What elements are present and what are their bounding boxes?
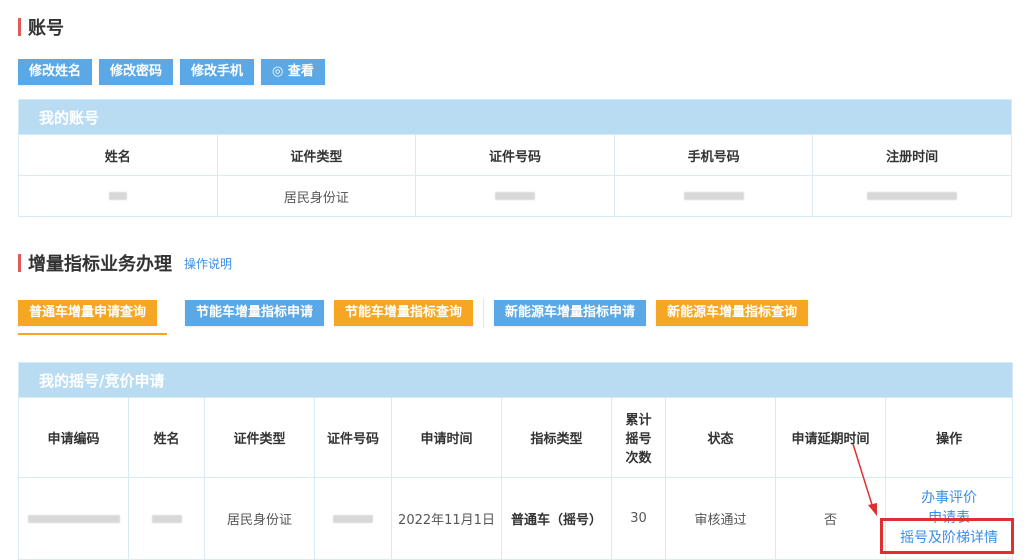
redacted-value (151, 514, 182, 523)
cell-name (128, 477, 205, 560)
active-tab-underline (18, 333, 167, 335)
cell-id-number (415, 175, 615, 217)
cell-apply-time: 2022年11月1日 (391, 477, 502, 560)
new-energy-query-button[interactable]: 新能源车增量指标查询 (656, 300, 809, 326)
col-status: 状态 (665, 397, 776, 478)
application-table: 我的摇号/竞价申请 申请编码 姓名 证件类型 证件号码 申请时间 指标类型 累计… (17, 362, 1014, 560)
regular-car-query-button[interactable]: 普通车增量申请查询 (18, 300, 158, 326)
col-actions: 操作 (884, 397, 1014, 478)
account-button-row: 修改姓名 修改密码 修改手机 ◎ 查看 (18, 59, 332, 85)
edit-name-button[interactable]: 修改姓名 (18, 59, 93, 85)
help-link[interactable]: 操作说明 (184, 255, 232, 272)
edit-phone-button[interactable]: 修改手机 (180, 59, 255, 85)
account-table: 我的账号 姓名 证件类型 证件号码 手机号码 注册时间 居民身份证 (18, 99, 1012, 217)
cell-id-type: 居民身份证 (216, 175, 417, 217)
cell-name (18, 175, 218, 217)
account-table-caption: 我的账号 (18, 99, 1012, 135)
cell-id-type: 居民身份证 (204, 477, 315, 560)
new-energy-group: 新能源车增量指标申请 新能源车增量指标查询 (494, 300, 818, 326)
table-row: 居民身份证 2022年11月1日 普通车（摇号） 30 审核通过 否 办事评价 … (18, 477, 1014, 560)
col-reg-time: 注册时间 (812, 134, 1012, 176)
highlight-box (880, 518, 1014, 554)
business-section-title: 增量指标业务办理 操作说明 (18, 250, 232, 276)
view-button[interactable]: ◎ 查看 (261, 59, 325, 85)
title-bar-accent (18, 254, 21, 272)
redacted-value (494, 192, 535, 200)
col-id-number: 证件号码 (314, 397, 392, 478)
table-row: 居民身份证 (18, 175, 1012, 217)
col-index-type: 指标类型 (501, 397, 612, 478)
account-section-title: 账号 (18, 14, 64, 40)
energy-saving-apply-button[interactable]: 节能车增量指标申请 (185, 300, 325, 326)
edit-password-button[interactable]: 修改密码 (99, 59, 174, 85)
col-phone: 手机号码 (613, 134, 814, 176)
cell-apply-code (18, 477, 129, 560)
cell-id-number (314, 477, 392, 560)
redacted-value (683, 192, 744, 200)
new-energy-apply-button[interactable]: 新能源车增量指标申请 (494, 300, 647, 326)
col-apply-time: 申请时间 (391, 397, 502, 478)
redacted-value (867, 192, 958, 200)
col-apply-code: 申请编码 (18, 397, 129, 478)
service-evaluation-link[interactable]: 办事评价 (887, 488, 1011, 508)
eye-icon: ◎ (272, 64, 284, 79)
business-title: 增量指标业务办理 (28, 254, 172, 275)
account-title: 账号 (28, 18, 64, 39)
col-name: 姓名 (128, 397, 205, 478)
title-bar-accent (18, 18, 21, 36)
col-id-type: 证件类型 (204, 397, 315, 478)
cell-index-type: 普通车（摇号） (501, 477, 612, 560)
redacted-value (27, 514, 120, 523)
account-table-header-row: 姓名 证件类型 证件号码 手机号码 注册时间 (18, 134, 1012, 176)
redacted-value (108, 192, 127, 200)
energy-saving-query-button[interactable]: 节能车增量指标查询 (334, 300, 474, 326)
col-name: 姓名 (18, 134, 218, 176)
cell-reg-time (812, 175, 1012, 217)
cell-phone (613, 175, 814, 217)
cell-delay: 否 (775, 477, 886, 560)
col-delay-time: 申请延期时间 (775, 397, 886, 478)
col-id-number: 证件号码 (415, 134, 615, 176)
application-table-header-row: 申请编码 姓名 证件类型 证件号码 申请时间 指标类型 累计摇号次数 状态 申请… (18, 397, 1014, 478)
button-divider (483, 298, 485, 328)
energy-saving-group: 节能车增量指标申请 节能车增量指标查询 (185, 300, 483, 326)
status-badge: 审核通过 (665, 477, 776, 560)
business-button-row: 普通车增量申请查询 节能车增量指标申请 节能车增量指标查询 新能源车增量指标申请… (18, 298, 818, 328)
cell-lottery-count: 30 (611, 477, 666, 560)
application-table-caption: 我的摇号/竞价申请 (17, 362, 1014, 398)
redacted-value (333, 514, 373, 523)
view-button-label: 查看 (287, 64, 314, 79)
col-lottery-count: 累计摇号次数 (611, 397, 666, 478)
col-id-type: 证件类型 (216, 134, 417, 176)
